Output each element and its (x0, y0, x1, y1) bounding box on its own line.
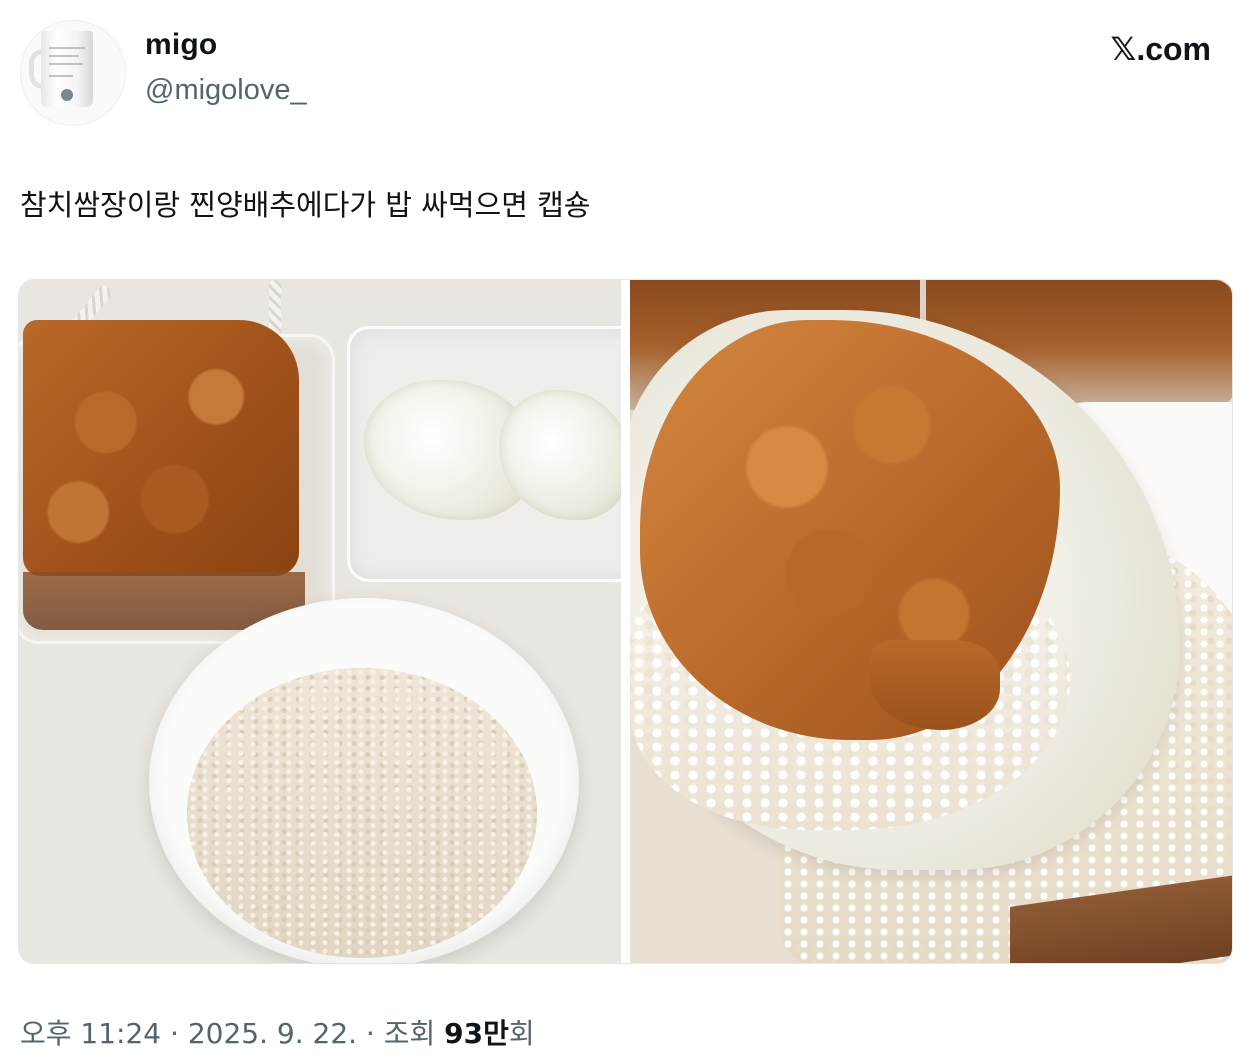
media-grid (18, 279, 1233, 964)
mug-text-line (49, 55, 79, 57)
x-logo-text: .com (1136, 31, 1211, 67)
x-logo[interactable]: 𝕏.com (1111, 30, 1211, 68)
tweet-text: 참치쌈장이랑 찐양배추에다가 밥 싸먹으면 캡숑 (20, 188, 591, 222)
mug-seal (61, 89, 73, 101)
tweet-time[interactable]: 오후 11:24 (20, 1017, 161, 1050)
author-display-name[interactable]: migo (145, 28, 217, 62)
meta-separator: · (357, 1017, 384, 1050)
mug-text-line (49, 47, 85, 49)
views-count: 93만 (444, 1017, 509, 1050)
views-label: 조회 (383, 1017, 445, 1050)
tuna-ssamjang (23, 320, 299, 576)
rice (187, 668, 537, 958)
views-suffix: 회 (508, 1017, 535, 1050)
x-logo-icon: 𝕏 (1110, 30, 1137, 68)
tweet-card: migo @migolove_ 𝕏.com 참치쌈장이랑 찐양배추에다가 밥 싸… (0, 0, 1249, 1064)
meta-separator: · (161, 1017, 188, 1050)
tweet-meta: 오후 11:24 · 2025. 9. 22. · 조회 93만회 (20, 1012, 535, 1052)
author-handle[interactable]: @migolove_ (145, 74, 307, 107)
photo-ssam-closeup[interactable] (630, 280, 1232, 963)
tweet-date[interactable]: 2025. 9. 22. (188, 1017, 357, 1050)
mug-text-line (49, 75, 73, 77)
avatar[interactable] (20, 20, 126, 126)
mug-text-line (49, 63, 83, 65)
photo-food-containers[interactable] (19, 280, 621, 963)
